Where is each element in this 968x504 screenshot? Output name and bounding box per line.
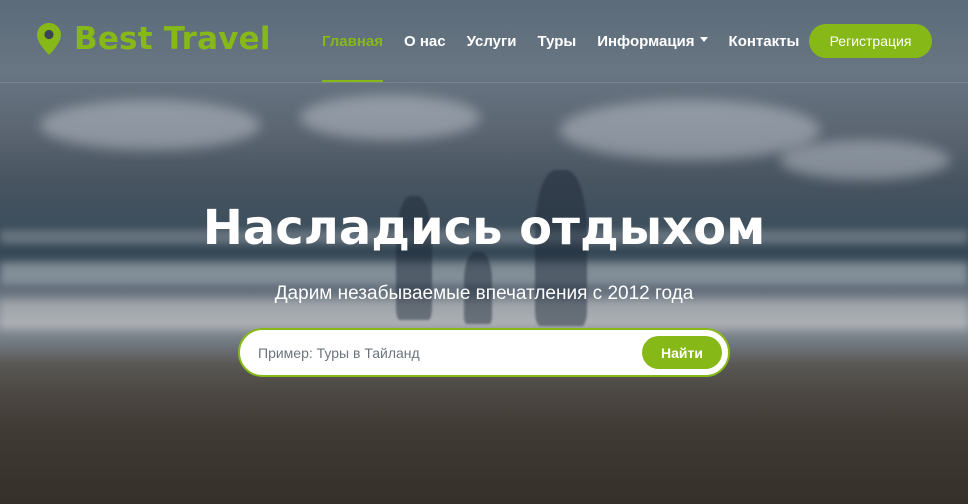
search-button[interactable]: Найти (642, 336, 722, 369)
background-cloud (40, 100, 260, 150)
nav-item-about[interactable]: О нас (404, 0, 446, 82)
background-cloud (560, 100, 820, 160)
nav-item-information[interactable]: Информация (597, 0, 708, 82)
nav-item-home[interactable]: Главная (322, 0, 384, 82)
register-button[interactable]: Регистрация (809, 24, 932, 58)
map-marker-icon (37, 23, 61, 55)
background-cloud (780, 140, 950, 180)
search-input[interactable] (258, 330, 628, 375)
chevron-down-icon (699, 36, 708, 42)
nav-item-information-label: Информация (597, 32, 695, 50)
nav-item-services[interactable]: Услуги (467, 0, 517, 82)
hero-subtitle: Дарим незабываемые впечатления с 2012 го… (274, 283, 694, 304)
nav-item-contacts[interactable]: Контакты (729, 0, 800, 82)
hero-title: Насладись отдыхом (202, 200, 766, 256)
hero-section: Best Travel Главная О нас Услуги Туры Ин… (0, 0, 968, 504)
background-cloud (300, 95, 480, 140)
nav-item-tours[interactable]: Туры (537, 0, 576, 82)
search-bar: Найти (238, 328, 730, 377)
navbar: Best Travel Главная О нас Услуги Туры Ин… (0, 0, 968, 83)
main-nav: Главная О нас Услуги Туры Информация Кон… (322, 0, 820, 82)
brand-logo[interactable]: Best Travel (36, 22, 271, 56)
brand-name: Best Travel (74, 20, 271, 57)
